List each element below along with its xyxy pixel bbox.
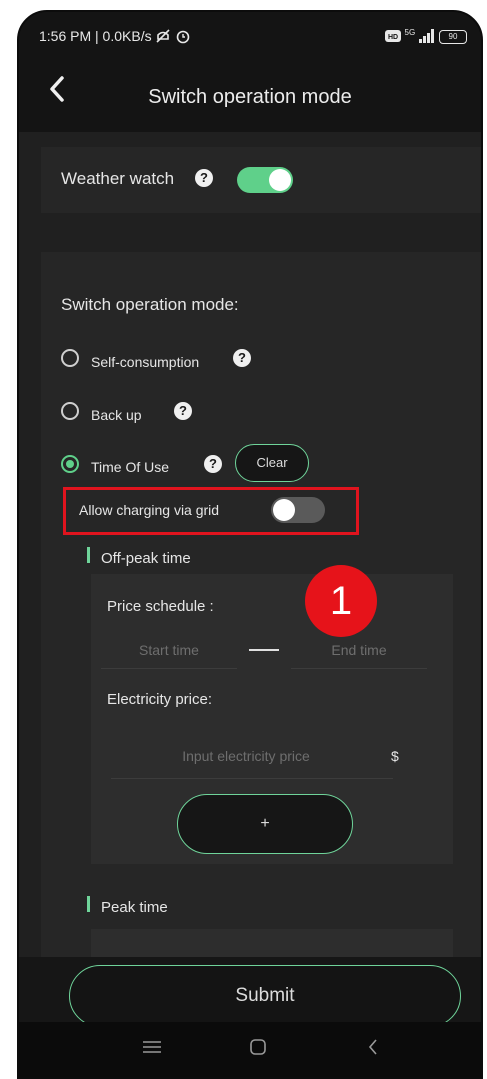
weather-watch-card: Weather watch ? [41, 147, 481, 213]
price-underline [111, 778, 393, 779]
alarm-icon [175, 28, 191, 47]
status-time-speed: 1:56 PM | 0.0KB/s [39, 28, 152, 45]
page-title: Switch operation mode [148, 86, 352, 108]
signal-icon: 5G [404, 28, 416, 37]
header: Switch operation mode [19, 62, 481, 132]
peak-accent [87, 896, 90, 912]
navigation-bar [19, 1022, 481, 1077]
bottom-area: Submit [19, 957, 481, 1027]
help-icon[interactable]: ? [174, 402, 192, 420]
option-label-self-consumption: Self-consumption [91, 354, 200, 370]
toggle-knob [273, 499, 295, 521]
option-label-back-up: Back up [91, 407, 142, 423]
price-input[interactable]: Input electricity price [111, 748, 381, 764]
end-time-input[interactable]: End time [291, 642, 427, 658]
mode-heading: Switch operation mode: [61, 295, 239, 314]
mute-icon [155, 29, 171, 46]
submit-button[interactable]: Submit [69, 965, 461, 1027]
radio-self-consumption[interactable] [61, 349, 79, 367]
help-icon[interactable]: ? [195, 169, 213, 187]
price-schedule-label: Price schedule : [107, 598, 214, 615]
option-label-time-of-use: Time Of Use [91, 459, 170, 475]
start-time-underline [101, 668, 237, 669]
add-time-button[interactable]: + [177, 794, 353, 854]
annotation-badge: 1 [305, 565, 377, 637]
range-dash [249, 649, 279, 651]
status-left: 1:56 PM | 0.0KB/s [39, 28, 191, 47]
battery-icon: 90 [439, 30, 467, 45]
weather-watch-toggle[interactable] [237, 167, 293, 193]
off-peak-accent [87, 547, 90, 563]
peak-card [91, 929, 453, 957]
menu-icon[interactable] [143, 1040, 161, 1059]
phone-screen: 1:56 PM | 0.0KB/s HD 5G 90 Switch operat… [17, 10, 483, 1079]
hd-icon: HD [384, 29, 401, 45]
off-peak-card: Price schedule : Start time End time Ele… [91, 574, 453, 864]
off-peak-heading: Off-peak time [101, 550, 191, 567]
help-icon[interactable]: ? [233, 349, 251, 367]
currency-label: $ [391, 748, 399, 764]
peak-heading: Peak time [101, 899, 168, 916]
clear-button[interactable]: Clear [235, 444, 309, 482]
signal-bars-icon [419, 28, 435, 46]
status-right: HD 5G 90 [384, 28, 467, 46]
help-icon[interactable]: ? [204, 455, 222, 473]
weather-watch-label: Weather watch [61, 169, 175, 188]
toggle-knob [269, 169, 291, 191]
radio-time-of-use[interactable] [61, 455, 79, 473]
svg-text:HD: HD [388, 34, 398, 41]
start-time-input[interactable]: Start time [101, 642, 237, 658]
allow-grid-toggle[interactable] [271, 497, 325, 523]
radio-back-up[interactable] [61, 402, 79, 420]
end-time-underline [291, 668, 427, 669]
status-bar: 1:56 PM | 0.0KB/s HD 5G 90 [19, 12, 481, 62]
electricity-price-label: Electricity price: [107, 691, 213, 708]
mode-card: Switch operation mode: Self-consumption … [41, 252, 481, 957]
back-nav-icon[interactable] [367, 1038, 379, 1061]
allow-grid-label: Allow charging via grid [79, 502, 220, 518]
home-icon[interactable] [249, 1038, 267, 1061]
